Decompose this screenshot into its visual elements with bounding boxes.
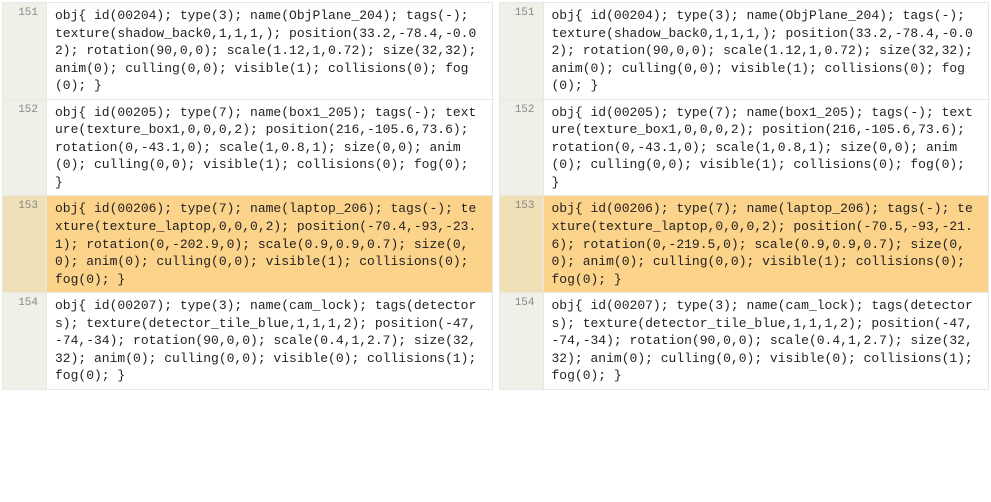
code-line[interactable]: obj{ id(00205); type(7); name(box1_205);… xyxy=(47,100,492,196)
diff-row[interactable]: 152 obj{ id(00205); type(7); name(box1_2… xyxy=(3,100,492,197)
code-line[interactable]: obj{ id(00205); type(7); name(box1_205);… xyxy=(544,100,989,196)
diff-pane-left: 151 obj{ id(00204); type(3); name(ObjPla… xyxy=(2,2,493,390)
diff-row[interactable]: 152 obj{ id(00205); type(7); name(box1_2… xyxy=(500,100,989,197)
line-number: 152 xyxy=(500,100,544,196)
diff-row-changed[interactable]: 153 obj{ id(00206); type(7); name(laptop… xyxy=(500,196,989,293)
line-number: 151 xyxy=(500,3,544,99)
diff-row[interactable]: 151 obj{ id(00204); type(3); name(ObjPla… xyxy=(3,3,492,100)
line-number: 152 xyxy=(3,100,47,196)
line-number: 151 xyxy=(3,3,47,99)
code-line[interactable]: obj{ id(00206); type(7); name(laptop_206… xyxy=(544,196,989,292)
line-number: 154 xyxy=(500,293,544,389)
line-number: 154 xyxy=(3,293,47,389)
code-line[interactable]: obj{ id(00206); type(7); name(laptop_206… xyxy=(47,196,492,292)
diff-row[interactable]: 151 obj{ id(00204); type(3); name(ObjPla… xyxy=(500,3,989,100)
diff-row-changed[interactable]: 153 obj{ id(00206); type(7); name(laptop… xyxy=(3,196,492,293)
diff-row[interactable]: 154 obj{ id(00207); type(3); name(cam_lo… xyxy=(3,293,492,389)
code-line[interactable]: obj{ id(00207); type(3); name(cam_lock);… xyxy=(47,293,492,389)
line-number: 153 xyxy=(3,196,47,292)
diff-view: 151 obj{ id(00204); type(3); name(ObjPla… xyxy=(2,2,989,390)
diff-row[interactable]: 154 obj{ id(00207); type(3); name(cam_lo… xyxy=(500,293,989,389)
code-line[interactable]: obj{ id(00204); type(3); name(ObjPlane_2… xyxy=(544,3,989,99)
code-line[interactable]: obj{ id(00204); type(3); name(ObjPlane_2… xyxy=(47,3,492,99)
code-line[interactable]: obj{ id(00207); type(3); name(cam_lock);… xyxy=(544,293,989,389)
line-number: 153 xyxy=(500,196,544,292)
diff-pane-right: 151 obj{ id(00204); type(3); name(ObjPla… xyxy=(499,2,990,390)
